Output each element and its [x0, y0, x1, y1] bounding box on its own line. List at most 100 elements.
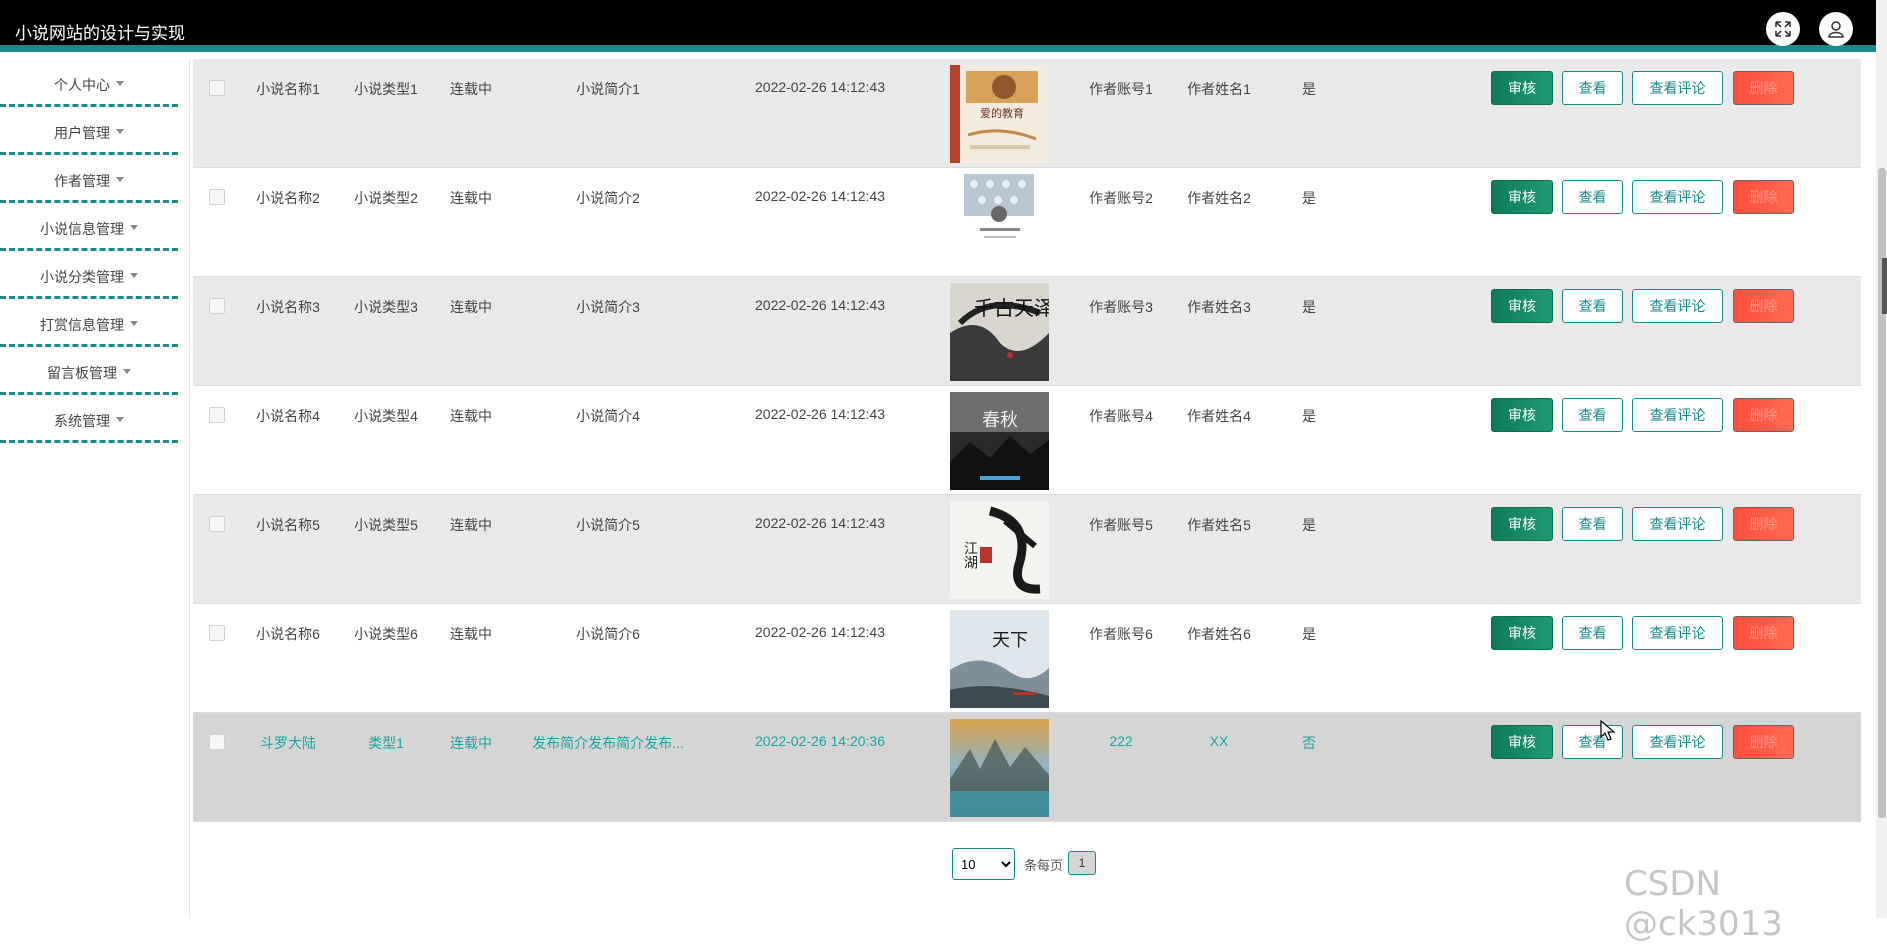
author-name: 作者姓名4	[1187, 408, 1251, 424]
author-account: 作者账号6	[1089, 626, 1153, 642]
novel-status: 连载中	[450, 408, 492, 424]
publish-time: 2022-02-26 14:12:43	[755, 297, 885, 313]
delete-button[interactable]: 删除	[1733, 289, 1794, 323]
scroll-indicator	[1882, 258, 1887, 314]
page-button-current[interactable]: 1	[1068, 851, 1096, 875]
publish-time: 2022-02-26 14:12:43	[755, 624, 885, 640]
view-comments-button[interactable]: 查看评论	[1632, 71, 1723, 105]
delete-button[interactable]: 删除	[1733, 398, 1794, 432]
audit-button[interactable]: 审核	[1491, 725, 1553, 759]
audit-button[interactable]: 审核	[1491, 507, 1553, 541]
row-checkbox[interactable]	[209, 80, 225, 96]
review-status: 是	[1302, 517, 1316, 533]
view-button[interactable]: 查看	[1562, 616, 1623, 650]
author-account: 222	[1109, 733, 1133, 749]
sidebar-item-user-management[interactable]: 用户管理	[0, 107, 178, 155]
caret-down-icon	[130, 320, 138, 326]
sidebar-item-message-board[interactable]: 留言板管理	[0, 347, 178, 395]
view-button[interactable]: 查看	[1562, 71, 1623, 105]
novel-intro: 小说简介4	[576, 408, 640, 424]
novel-intro: 小说简介3	[576, 299, 640, 315]
sidebar-item-personal-center[interactable]: 个人中心	[0, 59, 178, 107]
view-comments-button[interactable]: 查看评论	[1632, 616, 1723, 650]
delete-button[interactable]: 删除	[1733, 616, 1794, 650]
author-name: 作者姓名2	[1187, 190, 1251, 206]
novel-status: 连载中	[450, 81, 492, 97]
author-name: 作者姓名5	[1187, 517, 1251, 533]
row-checkbox[interactable]	[209, 516, 225, 532]
sidebar-item-tip-info[interactable]: 打赏信息管理	[0, 299, 178, 347]
cover-title: 春秋	[982, 410, 1018, 431]
novel-type: 小说类型5	[354, 517, 418, 533]
expand-icon[interactable]	[1766, 12, 1800, 46]
app-title: 小说网站的设计与实现	[15, 24, 185, 43]
novel-intro: 发布简介发布简介发布...	[532, 735, 684, 751]
watermark: CSDN @ck3013	[1624, 864, 1783, 944]
user-icon[interactable]	[1819, 12, 1853, 46]
table-row: 小说名称6 小说类型6 连载中 小说简介6 2022-02-26 14:12:4…	[193, 604, 1861, 713]
novel-type: 小说类型4	[354, 408, 418, 424]
novel-type: 小说类型6	[354, 626, 418, 642]
novel-status: 连载中	[450, 517, 492, 533]
audit-button[interactable]: 审核	[1491, 398, 1553, 432]
view-button[interactable]: 查看	[1562, 180, 1623, 214]
novel-status: 连载中	[450, 735, 492, 751]
caret-down-icon	[130, 272, 138, 278]
view-comments-button[interactable]: 查看评论	[1632, 507, 1723, 541]
audit-button[interactable]: 审核	[1491, 616, 1553, 650]
sidebar: 个人中心 用户管理 作者管理 小说信息管理 小说分类管理 打赏信息管理 留言板管…	[0, 59, 190, 918]
novel-intro: 小说简介5	[576, 517, 640, 533]
sidebar-item-label: 用户管理	[54, 125, 110, 141]
delete-button[interactable]: 删除	[1733, 507, 1794, 541]
review-status: 是	[1302, 299, 1316, 315]
sidebar-item-author-management[interactable]: 作者管理	[0, 155, 178, 203]
view-comments-button[interactable]: 查看评论	[1632, 180, 1723, 214]
novel-status: 连载中	[450, 190, 492, 206]
review-status: 否	[1302, 735, 1316, 751]
caret-down-icon	[116, 416, 124, 422]
novel-name: 小说名称1	[256, 81, 320, 97]
sidebar-item-label: 小说信息管理	[40, 221, 124, 237]
audit-button[interactable]: 审核	[1491, 180, 1553, 214]
sidebar-item-novel-info[interactable]: 小说信息管理	[0, 203, 178, 251]
novel-cover-image	[950, 719, 1049, 817]
view-button[interactable]: 查看	[1562, 289, 1623, 323]
sidebar-item-label: 留言板管理	[47, 365, 117, 381]
novel-status: 连载中	[450, 626, 492, 642]
novel-name: 小说名称3	[256, 299, 320, 315]
row-checkbox[interactable]	[209, 625, 225, 641]
row-checkbox[interactable]	[209, 734, 225, 750]
caret-down-icon	[116, 128, 124, 134]
delete-button[interactable]: 删除	[1733, 180, 1794, 214]
view-button[interactable]: 查看	[1562, 398, 1623, 432]
novel-cover-image: 爱的教育	[950, 65, 1049, 163]
delete-button[interactable]: 删除	[1733, 725, 1794, 759]
audit-button[interactable]: 审核	[1491, 289, 1553, 323]
view-comments-button[interactable]: 查看评论	[1632, 398, 1723, 432]
cover-title: 江湖	[962, 541, 978, 570]
review-status: 是	[1302, 81, 1316, 97]
sidebar-item-novel-category[interactable]: 小说分类管理	[0, 251, 178, 299]
view-button[interactable]: 查看	[1562, 507, 1623, 541]
row-checkbox[interactable]	[209, 298, 225, 314]
view-comments-button[interactable]: 查看评论	[1632, 725, 1723, 759]
author-account: 作者账号1	[1089, 81, 1153, 97]
author-account: 作者账号2	[1089, 190, 1153, 206]
novel-cover-image: 千古天泽	[950, 283, 1049, 381]
table-row: 小说名称3 小说类型3 连载中 小说简介3 2022-02-26 14:12:4…	[193, 277, 1861, 386]
publish-time: 2022-02-26 14:12:43	[755, 406, 885, 422]
delete-button[interactable]: 删除	[1733, 71, 1794, 105]
novel-cover-image: 春秋	[950, 392, 1049, 490]
view-comments-button[interactable]: 查看评论	[1632, 289, 1723, 323]
sidebar-item-label: 打赏信息管理	[40, 317, 124, 333]
sidebar-item-label: 小说分类管理	[40, 269, 124, 285]
novel-intro: 小说简介6	[576, 626, 640, 642]
sidebar-item-system-management[interactable]: 系统管理	[0, 395, 178, 443]
row-checkbox[interactable]	[209, 189, 225, 205]
page-size-select[interactable]: 10 20 50 100	[952, 848, 1015, 880]
sidebar-item-label: 个人中心	[54, 77, 110, 93]
novel-name: 小说名称2	[256, 190, 320, 206]
audit-button[interactable]: 审核	[1491, 71, 1553, 105]
cover-title: 天下	[992, 630, 1028, 651]
row-checkbox[interactable]	[209, 407, 225, 423]
